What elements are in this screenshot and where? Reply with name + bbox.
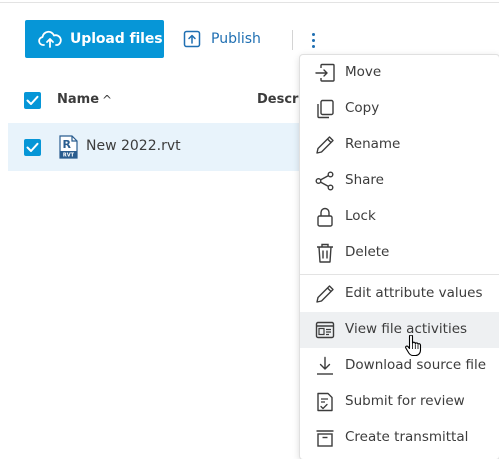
- menu-item-label: Lock: [345, 208, 376, 224]
- menu-item-edit-attribute-values[interactable]: Edit attribute values: [300, 276, 499, 312]
- revit-file-icon: R RVT: [59, 135, 78, 159]
- menu-item-label: Copy: [345, 100, 380, 116]
- menu-item-view-file-activities[interactable]: View file activities: [300, 312, 499, 348]
- menu-item-delete[interactable]: Delete: [300, 235, 499, 271]
- file-name-link[interactable]: New 2022.rvt: [86, 138, 181, 154]
- menu-item-label: Move: [345, 64, 382, 80]
- more-dot: [311, 38, 315, 42]
- table-row[interactable]: R RVT New 2022.rvt: [8, 123, 308, 171]
- menu-item-label: Submit for review: [345, 393, 465, 409]
- publish-button[interactable]: Publish: [183, 20, 283, 58]
- menu-item-label: Share: [345, 172, 384, 188]
- hand-pointer-icon: [405, 335, 422, 357]
- menu-item-label: Edit attribute values: [345, 285, 483, 301]
- menu-item-share[interactable]: Share: [300, 163, 499, 199]
- share-icon: [315, 171, 334, 191]
- column-header-name[interactable]: Name ^: [57, 92, 112, 107]
- pencil-icon: [316, 136, 334, 154]
- menu-item-rename[interactable]: Rename: [300, 127, 499, 163]
- menu-item-submit-for-review[interactable]: Submit for review: [300, 384, 499, 420]
- top-divider: [0, 2, 499, 3]
- checkmark-icon: [26, 95, 39, 105]
- more-dot: [311, 44, 315, 48]
- cloud-upload-icon: [38, 30, 62, 48]
- column-header-description[interactable]: Descrip: [257, 92, 301, 107]
- toolbar-divider: [292, 30, 293, 50]
- download-icon: [317, 356, 333, 375]
- more-dot: [311, 32, 315, 36]
- select-all-checkbox[interactable]: [24, 92, 41, 109]
- activity-icon: [315, 321, 335, 339]
- upload-files-label: Upload files: [70, 31, 163, 47]
- menu-divider: [300, 274, 499, 275]
- menu-item-copy[interactable]: Copy: [300, 91, 499, 127]
- svg-text:R: R: [63, 138, 72, 151]
- pencil-icon: [316, 285, 334, 303]
- menu-item-create-transmittal[interactable]: Create transmittal: [300, 420, 499, 456]
- row-checkbox[interactable]: [24, 139, 41, 156]
- column-name-label: Name: [57, 92, 100, 107]
- menu-item-label: Create transmittal: [345, 429, 469, 445]
- menu-item-lock[interactable]: Lock: [300, 199, 499, 235]
- publish-label: Publish: [211, 31, 261, 47]
- menu-item-label: Delete: [345, 244, 390, 260]
- publish-icon: [183, 30, 201, 48]
- sort-ascending-icon: ^: [102, 92, 113, 107]
- copy-icon: [317, 99, 334, 119]
- transmittal-icon: [316, 430, 334, 447]
- menu-item-move[interactable]: Move: [300, 55, 499, 91]
- menu-item-label: Rename: [345, 136, 401, 152]
- move-icon: [315, 63, 335, 82]
- context-menu: Move Copy Rename Share Lock Delete Edit …: [300, 55, 499, 459]
- review-icon: [317, 392, 333, 412]
- toolbar: Upload files Publish: [25, 20, 345, 58]
- menu-item-download-source-file[interactable]: Download source file: [300, 348, 499, 384]
- menu-item-label: Download source file: [345, 357, 487, 373]
- checkmark-icon: [26, 142, 39, 152]
- lock-icon: [317, 207, 333, 227]
- more-actions-button[interactable]: [306, 28, 320, 52]
- upload-files-button[interactable]: Upload files: [25, 20, 164, 58]
- trash-icon: [317, 243, 333, 263]
- file-type-badge: RVT: [63, 153, 75, 159]
